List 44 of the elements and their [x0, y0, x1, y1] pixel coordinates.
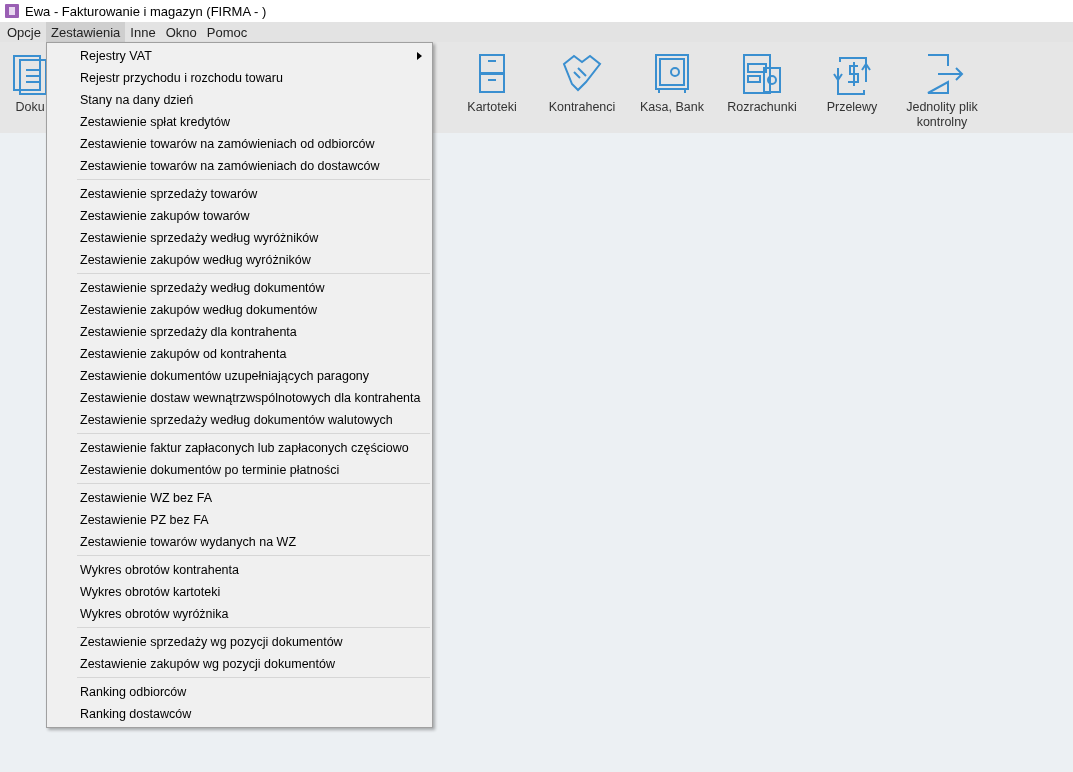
toolbar-label[interactable]: Kartoteki [456, 100, 528, 115]
menu-item[interactable]: Zestawienie dokumentów uzupełniających paragony [47, 365, 432, 387]
menu-item[interactable]: Zestawienie sprzedaży towarów [47, 183, 432, 205]
menu-bar-item[interactable]: Pomoc [201, 22, 253, 42]
toolbar-label[interactable]: Rozrachunki [726, 100, 798, 115]
menu-item[interactable]: Zestawienie sprzedaży wg pozycji dokumentów [47, 631, 432, 653]
menu-item[interactable]: Zestawienie towarów wydanych na WZ [47, 531, 432, 553]
menu-item[interactable]: Zestawienie zakupów od kontrahenta [47, 343, 432, 365]
menu-item[interactable]: Zestawienie PZ bez FA [47, 509, 432, 531]
menu-item[interactable]: Zestawienie zakupów według dokumentów [47, 299, 432, 321]
menu-item[interactable]: Zestawienie sprzedaży według dokumentów walutowych [47, 409, 432, 431]
menu-item[interactable]: Zestawienie faktur zapłaconych lub zapłaconych częściowo [47, 437, 432, 459]
submenu-arrow-icon [417, 52, 422, 60]
menu-item[interactable]: Wykres obrotów wyróżnika [47, 603, 432, 625]
menu-item[interactable]: Zestawienie dokumentów po terminie płatności [47, 459, 432, 481]
menu-bar-item[interactable]: Okno [160, 22, 202, 42]
menu-item[interactable]: Zestawienie zakupów według wyróżników [47, 249, 432, 271]
toolbar-label[interactable]: Doku [10, 100, 50, 115]
toolbar-label[interactable]: Kasa, Bank [636, 100, 708, 115]
menu-item[interactable]: Zestawienie sprzedaży według dokumentów [47, 277, 432, 299]
menu-bar-item[interactable]: Zestawienia [45, 22, 126, 42]
menu-item[interactable]: Wykres obrotów kontrahenta [47, 559, 432, 581]
menu-item[interactable]: Wykres obrotów kartoteki [47, 581, 432, 603]
menu-item[interactable]: Zestawienie WZ bez FA [47, 487, 432, 509]
menu-item[interactable]: Zestawienie zakupów towarów [47, 205, 432, 227]
menu-item[interactable]: Zestawienie dostaw wewnątrzwspólnotowych dla kontrahenta [47, 387, 432, 409]
menu-item[interactable]: Stany na dany dzień [47, 89, 432, 111]
menu-item[interactable]: Zestawienie sprzedaży według wyróżników [47, 227, 432, 249]
toolbar-label[interactable]: Przelewy [816, 100, 888, 115]
window-title: Ewa - Fakturowanie i magazyn (FIRMA - ) [25, 3, 267, 19]
menu-item[interactable]: Zestawienie towarów na zamówieniach do dostawców [47, 155, 432, 177]
app-icon [5, 4, 19, 18]
menu-item[interactable]: Rejestry VAT [47, 45, 432, 67]
menu-item[interactable]: Zestawienie towarów na zamówieniach od odbiorców [47, 133, 432, 155]
menu-item[interactable]: Zestawienie sprzedaży dla kontrahenta [47, 321, 432, 343]
toolbar-label[interactable]: Jednolity plik kontrolny [906, 100, 978, 130]
toolbar-label[interactable]: Kontrahenci [546, 100, 618, 115]
menu-item[interactable]: Zestawienie spłat kredytów [47, 111, 432, 133]
menu-bar-item[interactable]: Inne [125, 22, 161, 42]
menu-item[interactable]: Zestawienie zakupów wg pozycji dokumentów [47, 653, 432, 675]
menu-item[interactable]: Ranking odbiorców [47, 681, 432, 703]
menu-bar-item[interactable]: Opcje [2, 22, 46, 42]
menu-item[interactable]: Ranking dostawców [47, 703, 432, 725]
menu-item[interactable]: Rejestr przychodu i rozchodu towaru [47, 67, 432, 89]
